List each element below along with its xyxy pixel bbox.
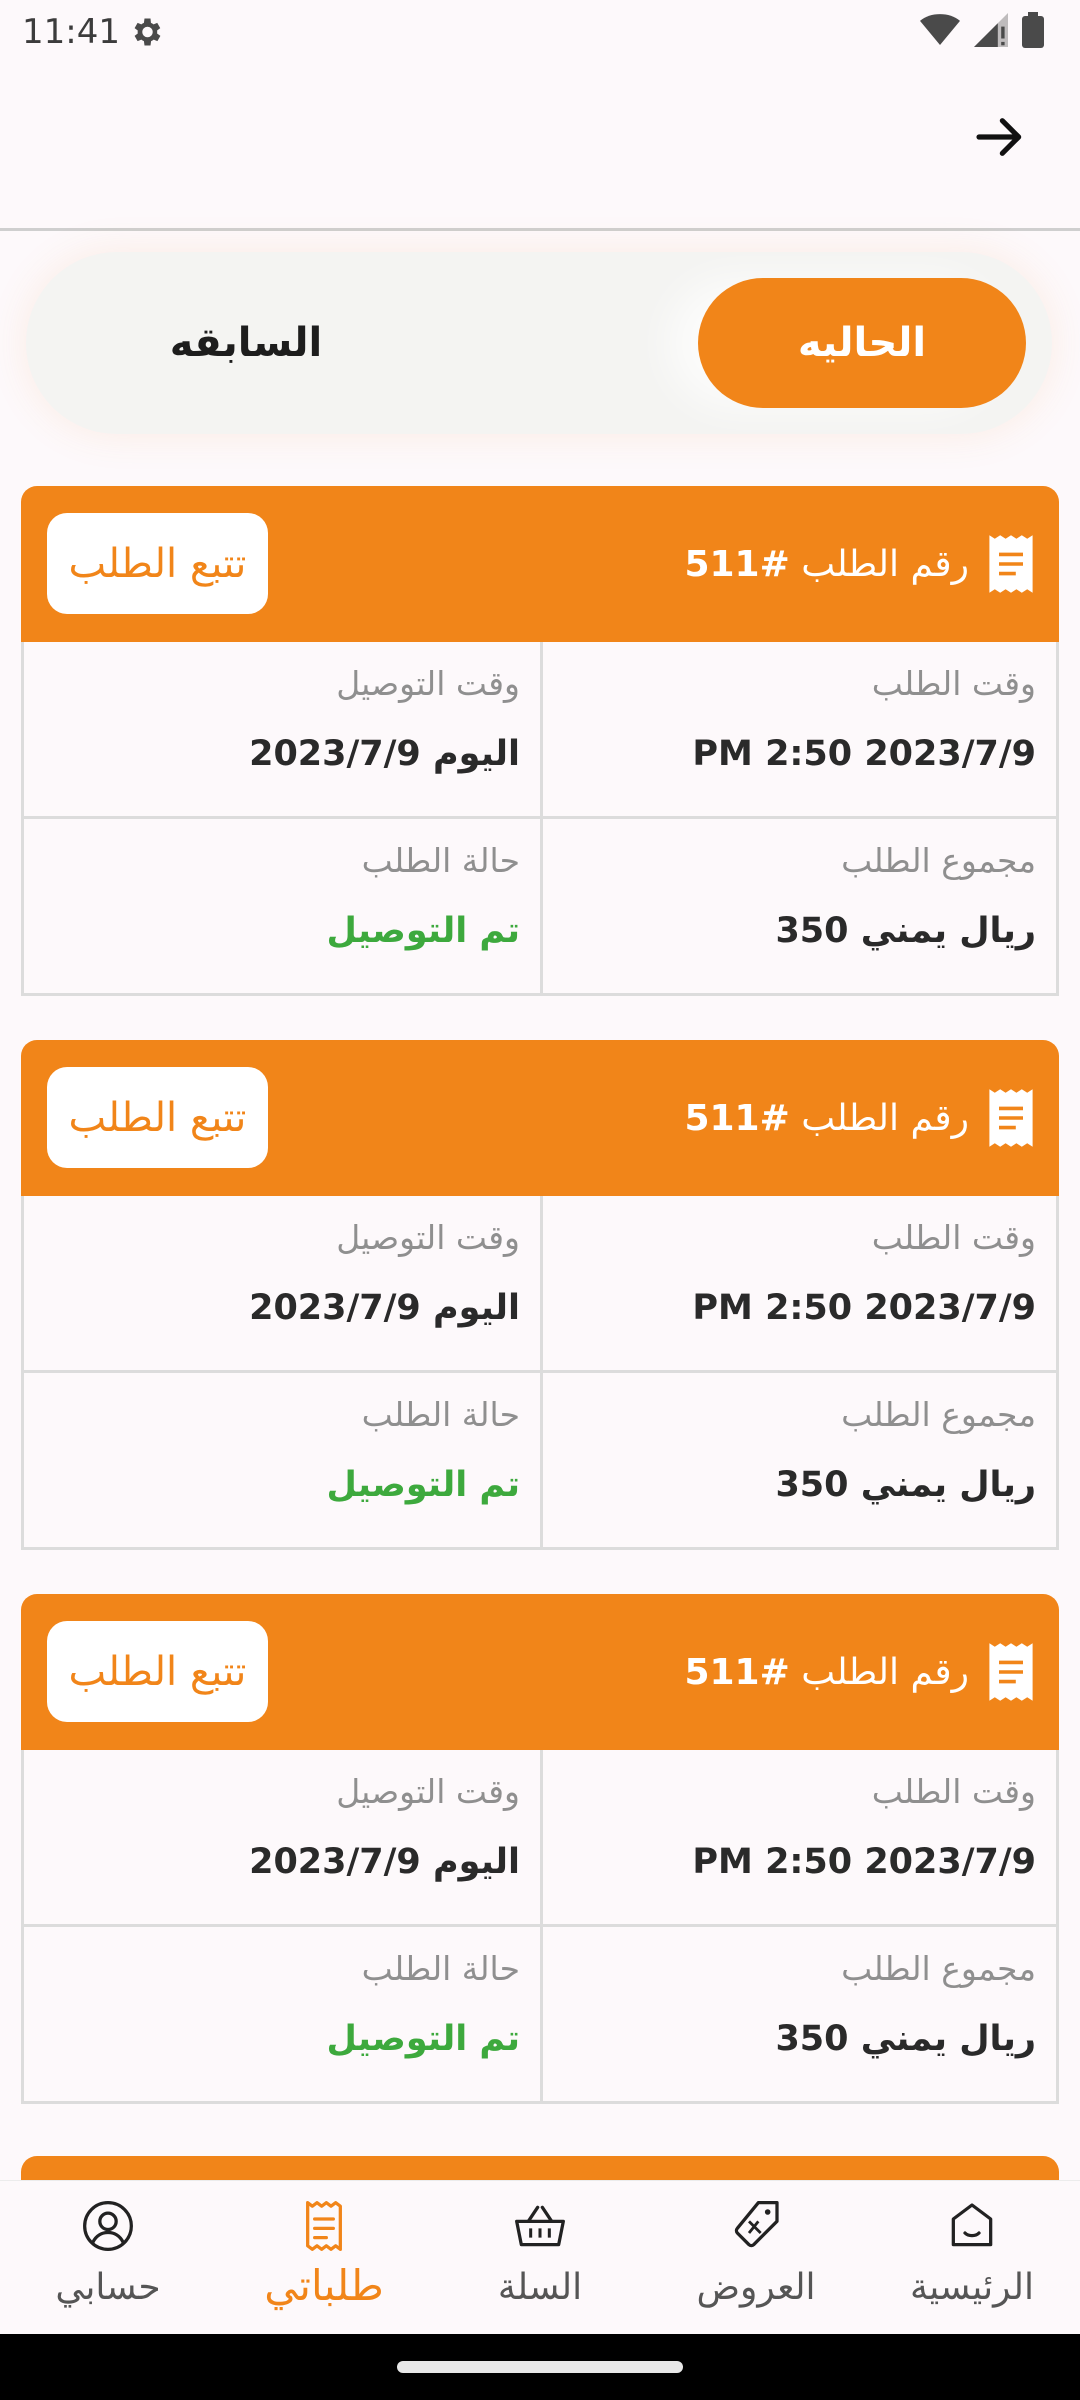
nav-account-label: حسابي: [55, 2267, 161, 2308]
orders-tab-switcher: الحاليه السابقه: [26, 252, 1052, 434]
order-total-value: 350 ريال يمني: [775, 1465, 1036, 1505]
order-card: تتبع الطلب رقم الطلب #511 وقت الطلب PM 2…: [21, 486, 1059, 996]
order-card-header: تتبع الطلب رقم الطلب #511: [21, 486, 1059, 642]
order-number: رقم الطلب #511: [684, 531, 1035, 597]
nav-orders[interactable]: طلباتي: [216, 2181, 432, 2335]
system-gesture-bar: [0, 2334, 1080, 2400]
order-status-label: حالة الطلب: [361, 1949, 520, 1988]
order-details: وقت الطلب PM 2:50 2023/7/9 وقت التوصيل 2…: [21, 1196, 1059, 1550]
account-user-icon: [83, 2201, 133, 2251]
order-status-value: تم التوصيل: [326, 911, 521, 951]
order-time-value: PM 2:50 2023/7/9: [692, 1842, 1036, 1882]
order-number: رقم الطلب #511: [684, 1639, 1035, 1705]
delivery-time-cell: وقت التوصيل 2023/7/9 اليوم: [24, 1196, 543, 1373]
order-number-label: رقم الطلب: [801, 1097, 969, 1139]
gesture-handle[interactable]: [397, 2361, 683, 2373]
order-time-label: وقت الطلب: [871, 664, 1036, 703]
order-number-label: رقم الطلب: [801, 543, 969, 585]
order-status-cell: حالة الطلب تم التوصيل: [24, 1927, 543, 2104]
nav-cart[interactable]: السلة: [432, 2181, 648, 2335]
delivery-time-cell: وقت التوصيل 2023/7/9 اليوم: [24, 642, 543, 819]
order-number-value: #511: [684, 543, 790, 585]
delivery-time-value: 2023/7/9 اليوم: [249, 734, 520, 774]
order-total-label: مجموع الطلب: [841, 1395, 1036, 1434]
back-arrow-icon[interactable]: [972, 109, 1028, 165]
delivery-time-label: وقت التوصيل: [336, 1218, 520, 1257]
order-number-text: رقم الطلب #511: [684, 1652, 969, 1693]
order-card-header: تتبع الطلب رقم الطلب #511: [21, 1594, 1059, 1750]
order-status-label: حالة الطلب: [361, 841, 520, 880]
order-total-cell: مجموع الطلب 350 ريال يمني: [537, 1927, 1056, 2104]
track-order-button[interactable]: تتبع الطلب: [47, 1621, 268, 1722]
delivery-time-label: وقت التوصيل: [336, 1772, 520, 1811]
home-icon: [951, 2203, 993, 2247]
order-status-label: حالة الطلب: [361, 1395, 520, 1434]
order-number-label: رقم الطلب: [801, 1651, 969, 1693]
orders-receipt-icon: [306, 2201, 342, 2251]
status-bar: 11:41: [0, 0, 1080, 64]
order-number-text: رقم الطلب #511: [684, 1098, 969, 1139]
receipt-icon: [989, 1643, 1033, 1701]
receipt-icon: [989, 1089, 1033, 1147]
cart-basket-icon: [515, 2205, 565, 2247]
signal-icon: [974, 13, 1008, 47]
offers-tag-icon: [734, 2201, 779, 2248]
delivery-time-value: 2023/7/9 اليوم: [249, 1288, 520, 1328]
battery-icon: [1022, 12, 1044, 48]
order-time-label: وقت الطلب: [871, 1218, 1036, 1257]
app-header: [0, 64, 1080, 231]
order-details: وقت الطلب PM 2:50 2023/7/9 وقت التوصيل 2…: [21, 642, 1059, 996]
nav-cart-label: السلة: [497, 2267, 583, 2308]
track-order-button[interactable]: تتبع الطلب: [47, 513, 268, 614]
order-status-cell: حالة الطلب تم التوصيل: [24, 1373, 543, 1550]
order-status-value: تم التوصيل: [326, 1465, 521, 1505]
order-time-value: PM 2:50 2023/7/9: [692, 1288, 1036, 1328]
order-time-cell: وقت الطلب PM 2:50 2023/7/9: [537, 1750, 1056, 1927]
delivery-time-label: وقت التوصيل: [336, 664, 520, 703]
order-status-cell: حالة الطلب تم التوصيل: [24, 819, 543, 996]
nav-home[interactable]: الرئيسية: [864, 2181, 1080, 2335]
order-time-cell: وقت الطلب PM 2:50 2023/7/9: [537, 642, 1056, 819]
order-total-value: 350 ريال يمني: [775, 2019, 1036, 2059]
order-total-cell: مجموع الطلب 350 ريال يمني: [537, 1373, 1056, 1550]
order-details: وقت الطلب PM 2:50 2023/7/9 وقت التوصيل 2…: [21, 1750, 1059, 2104]
receipt-icon: [989, 535, 1033, 593]
nav-home-label: الرئيسية: [910, 2267, 1034, 2308]
order-time-value: PM 2:50 2023/7/9: [692, 734, 1036, 774]
order-time-label: وقت الطلب: [871, 1772, 1036, 1811]
order-total-label: مجموع الطلب: [841, 841, 1036, 880]
order-total-value: 350 ريال يمني: [775, 911, 1036, 951]
tab-previous[interactable]: السابقه: [126, 278, 366, 408]
nav-offers-label: العروض: [696, 2267, 816, 2308]
order-number-text: رقم الطلب #511: [684, 544, 969, 585]
order-card: تتبع الطلب رقم الطلب #511 وقت الطلب PM 2…: [21, 1594, 1059, 2104]
track-order-button[interactable]: تتبع الطلب: [47, 1067, 268, 1168]
order-number-value: #511: [684, 1097, 790, 1139]
nav-offers[interactable]: العروض: [648, 2181, 864, 2335]
order-number: رقم الطلب #511: [684, 1085, 1035, 1151]
settings-gear-icon: [134, 18, 161, 46]
nav-orders-label: طلباتي: [264, 2261, 384, 2310]
order-card-header: تتبع الطلب رقم الطلب #511: [21, 1040, 1059, 1196]
wifi-icon: [920, 14, 960, 45]
order-total-label: مجموع الطلب: [841, 1949, 1036, 1988]
nav-account[interactable]: حسابي: [0, 2181, 216, 2335]
order-time-cell: وقت الطلب PM 2:50 2023/7/9: [537, 1196, 1056, 1373]
order-total-cell: مجموع الطلب 350 ريال يمني: [537, 819, 1056, 996]
order-number-value: #511: [684, 1651, 790, 1693]
order-card: تتبع الطلب رقم الطلب #511 وقت الطلب PM 2…: [21, 1040, 1059, 1550]
status-time: 11:41: [22, 12, 120, 52]
delivery-time-value: 2023/7/9 اليوم: [249, 1842, 520, 1882]
orders-screen: 11:41 الحاليه السابقه تتبع الطلب رقم الط…: [0, 0, 1080, 2400]
tab-current[interactable]: الحاليه: [698, 278, 1026, 408]
order-status-value: تم التوصيل: [326, 2019, 521, 2059]
delivery-time-cell: وقت التوصيل 2023/7/9 اليوم: [24, 1750, 543, 1927]
status-icons: [920, 12, 1044, 48]
bottom-navigation: الرئيسية العروض السلة طلباتي حسابي: [0, 2180, 1080, 2334]
